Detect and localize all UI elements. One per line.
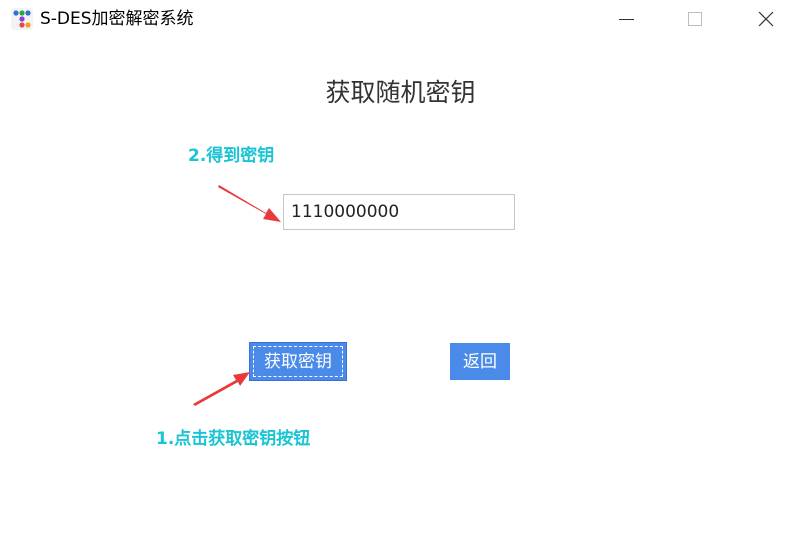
- annotation-step1: 1.点击获取密钥按钮: [156, 429, 311, 449]
- arrow-to-get-key-button-icon: [193, 372, 250, 406]
- annotation-step2: 2.得到密钥: [188, 146, 275, 166]
- title-bar[interactable]: S-DES加密解密系统: [0, 0, 797, 38]
- page-title: 获取随机密钥: [0, 77, 797, 109]
- close-button[interactable]: [742, 0, 788, 38]
- back-button[interactable]: 返回: [450, 343, 510, 380]
- window-title: S-DES加密解密系统: [40, 9, 194, 29]
- page-title-text: 获取随机密钥: [325, 78, 476, 107]
- maximize-icon: [688, 12, 702, 26]
- arrow-to-key-field-icon: [218, 185, 281, 222]
- key-field[interactable]: [283, 194, 515, 230]
- app-dots-icon: [11, 8, 33, 30]
- maximize-button[interactable]: [672, 0, 718, 38]
- app-window: S-DES加密解密系统 获取随机密钥 2.得到密钥 获取密钥 返回 1.点击获取…: [0, 0, 797, 541]
- get-key-button[interactable]: 获取密钥: [250, 343, 346, 380]
- minimize-button[interactable]: [604, 0, 650, 38]
- minimize-icon: [619, 19, 634, 20]
- close-icon: [758, 11, 774, 27]
